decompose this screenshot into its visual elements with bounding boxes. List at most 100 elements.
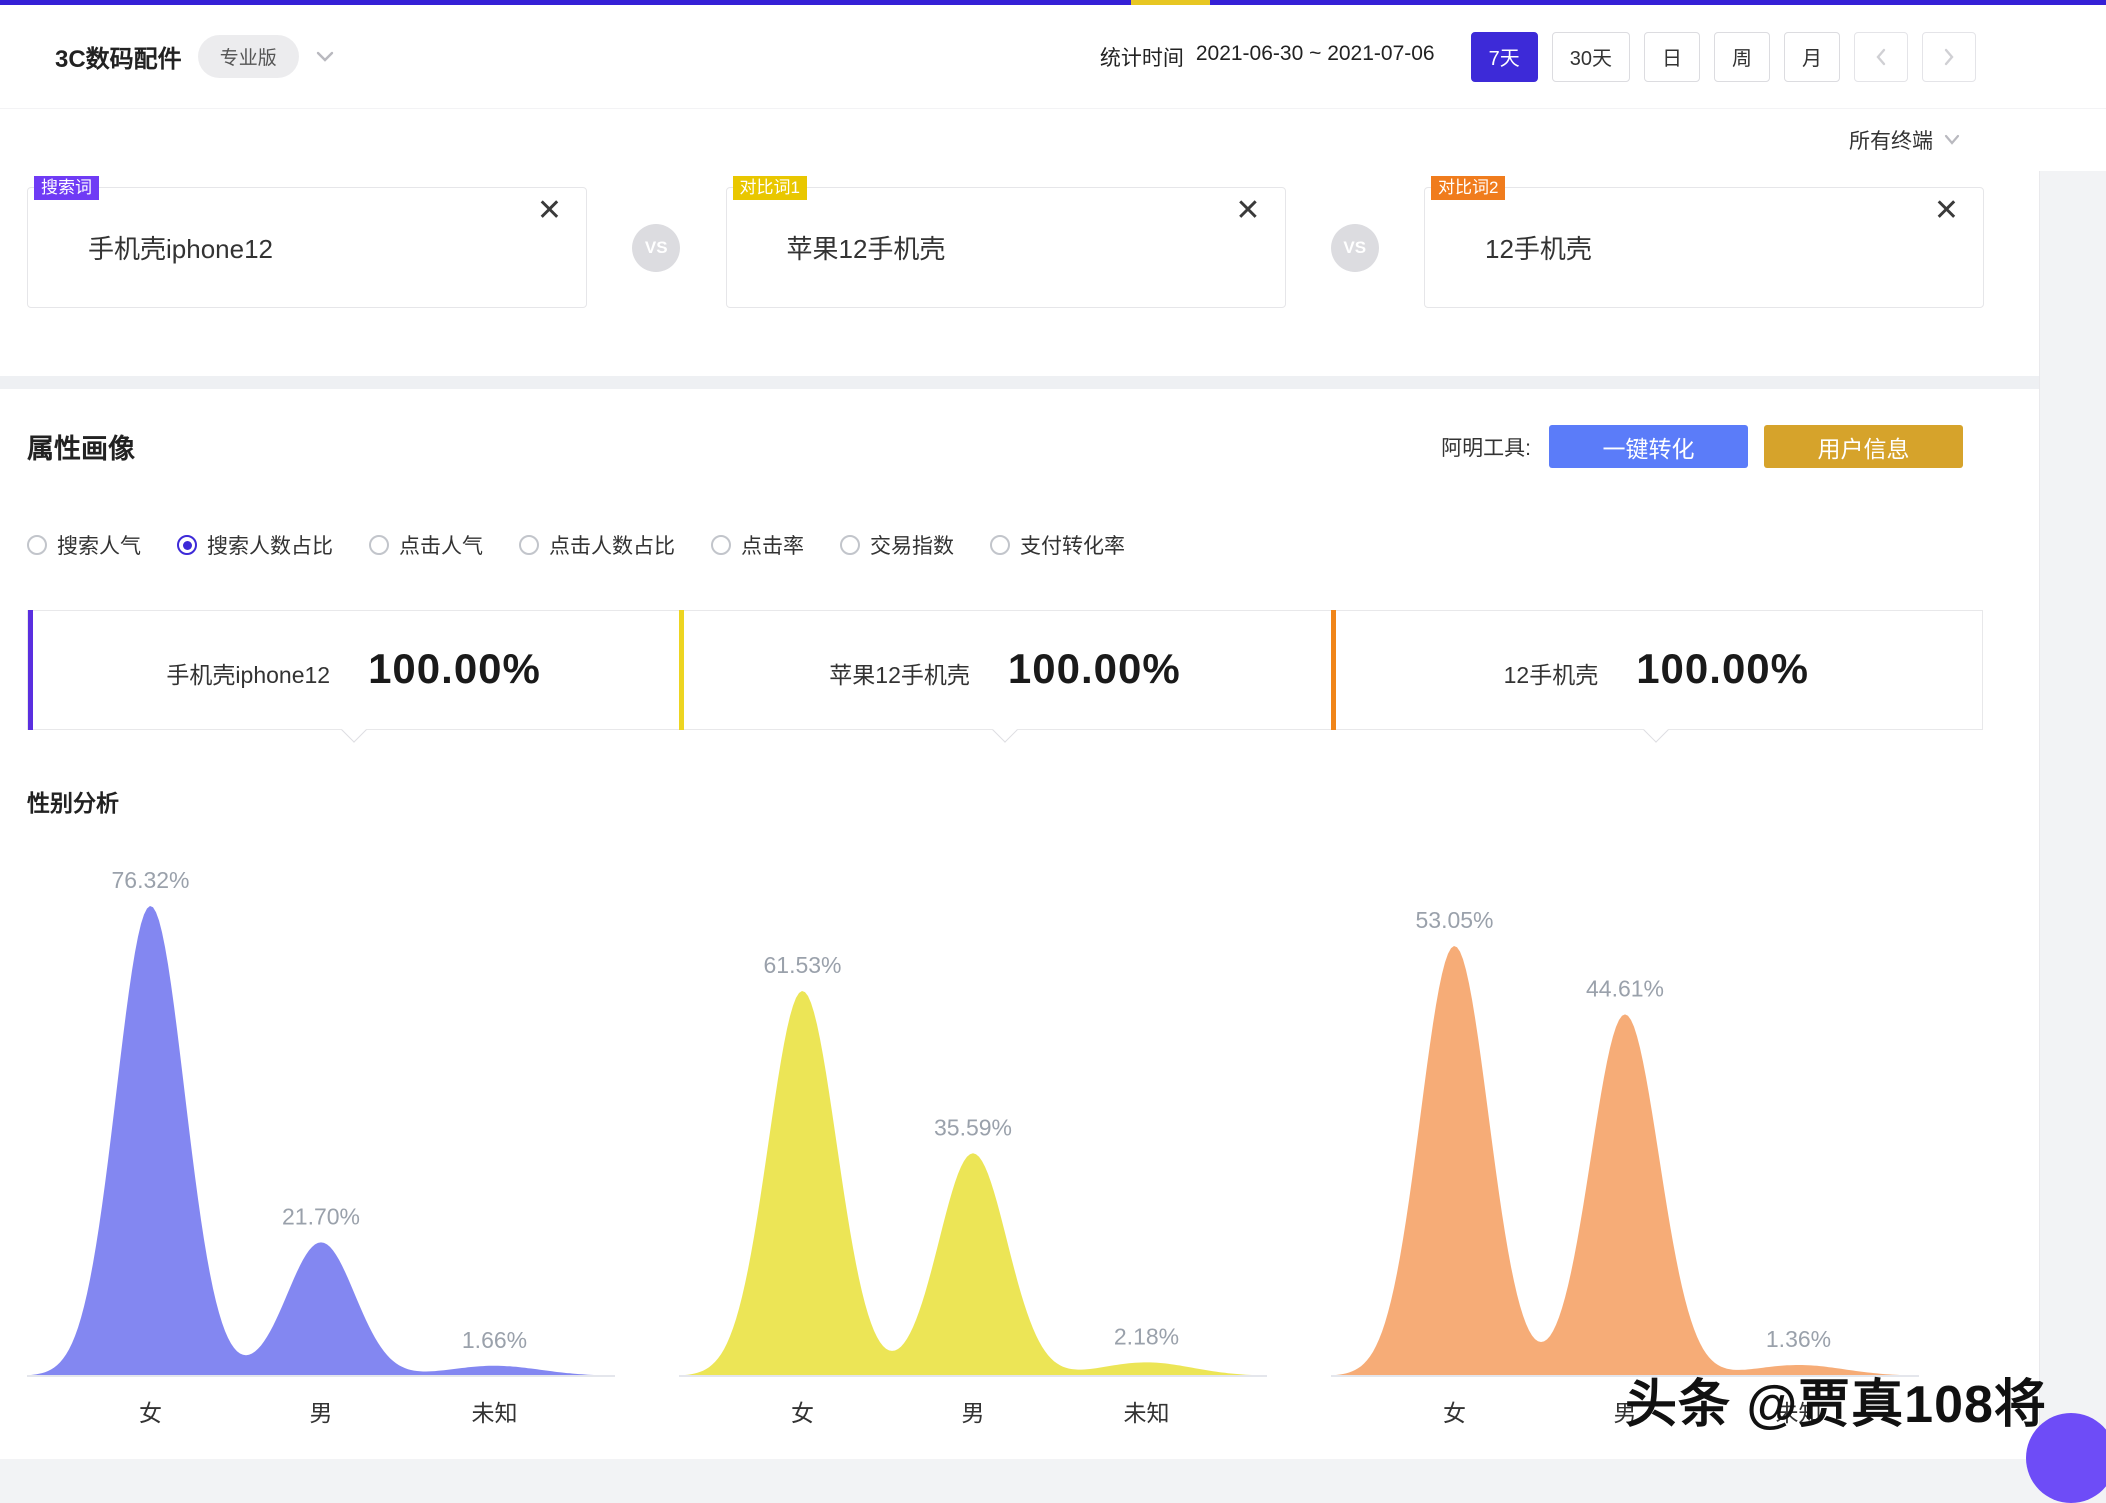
keyword-value[interactable]: 苹果12手机壳 [727,229,946,266]
accent-bar [679,610,684,730]
metric-label: 点击人数占比 [549,530,675,560]
axis-labels: 女 男 未知 [679,1388,1267,1428]
keyword-tag: 搜索词 [34,176,99,200]
metric-radio-transaction-index[interactable]: 交易指数 [840,530,954,560]
close-icon[interactable]: ✕ [1235,196,1260,226]
radio-icon [177,535,197,555]
svg-text:1.36%: 1.36% [1766,1326,1831,1352]
metric-label: 点击率 [741,530,804,560]
axis-label: 男 [962,1394,985,1428]
keyword-tag: 对比词1 [733,176,807,200]
axis-labels: 女男未知 [27,1388,615,1428]
top-progress-bar [0,0,2106,5]
vs-badge: VS [632,224,680,272]
category-title: 3C数码配件 [55,39,182,74]
summary-tab-keyword-2[interactable]: 苹果12手机壳 100.00% [679,611,1330,729]
svg-text:1.66%: 1.66% [462,1327,527,1353]
summary-tab-keyword-3[interactable]: 12手机壳 100.00% [1331,611,1982,729]
page: 3C数码配件 专业版 统计时间 2021-06-30 ~ 2021-07-06 … [0,0,2106,1458]
stat-time-range: 2021-06-30 ~ 2021-07-06 [1196,42,1435,72]
axis-label: 女 [791,1394,814,1428]
floating-action-button[interactable] [2026,1413,2106,1503]
section-divider [0,376,2039,389]
radio-icon [840,535,860,555]
summary-panels: 手机壳iphone12 100.00% 苹果12手机壳 100.00% 12手机… [27,610,1983,730]
panel-notch [992,717,1017,742]
metric-radio-click-popularity[interactable]: 点击人气 [369,530,483,560]
one-click-convert-button[interactable]: 一键转化 [1549,425,1748,468]
section-title-portrait: 属性画像 [27,427,135,466]
vs-wrap: VS [1286,224,1425,272]
keyword-card-search: 搜索词 手机壳iphone12 ✕ [27,187,587,308]
svg-text:35.59%: 35.59% [934,1114,1012,1140]
gender-chart-keyword-3: 53.05%44.61%1.36% 女男未知 [1331,818,1919,1428]
axis-label: 女 [1443,1394,1466,1428]
gender-chart-keyword-2: 61.53% 35.59% 2.18% 女 男 未知 [679,818,1267,1428]
range-button-7d[interactable]: 7天 [1471,32,1538,82]
user-info-button[interactable]: 用户信息 [1764,425,1963,468]
accent-bar [1331,610,1336,730]
tools-group: 阿明工具: 一键转化 用户信息 [1441,425,1963,468]
range-button-month[interactable]: 月 [1784,32,1840,82]
chevron-down-icon[interactable] [1943,134,1961,146]
metric-radio-click-rate[interactable]: 点击率 [711,530,804,560]
keyword-value[interactable]: 手机壳iphone12 [28,229,273,266]
radio-icon [711,535,731,555]
keyword-value[interactable]: 12手机壳 [1425,229,1592,266]
metric-radio-search-user-ratio[interactable]: 搜索人数占比 [177,530,333,560]
keyword-card-compare-2: 对比词2 12手机壳 ✕ [1424,187,1984,308]
svg-text:44.61%: 44.61% [1586,975,1664,1001]
axis-label: 未知 [1123,1394,1169,1428]
radio-icon [27,535,47,555]
metric-radio-payment-conversion[interactable]: 支付转化率 [990,530,1125,560]
accent-bar [28,610,33,730]
next-period-button[interactable] [1922,32,1976,82]
metric-radio-group: 搜索人气 搜索人数占比 点击人气 点击人数占比 点击率 交易指数 支付转化率 [0,530,2039,560]
subheader: 所有终端 [0,109,2106,171]
range-button-week[interactable]: 周 [1714,32,1770,82]
summary-name: 手机壳iphone12 [166,656,330,690]
area-chart: 76.32%21.70%1.66% [27,818,615,1388]
svg-text:2.18%: 2.18% [1114,1323,1179,1349]
axis-label: 未知 [471,1394,517,1428]
main-content: 搜索词 手机壳iphone12 ✕ VS 对比词1 苹果12手机壳 ✕ VS 对… [0,171,2040,1459]
summary-value: 100.00% [1636,645,1809,693]
keyword-comparison-row: 搜索词 手机壳iphone12 ✕ VS 对比词1 苹果12手机壳 ✕ VS 对… [0,171,2039,308]
summary-value: 100.00% [1008,645,1181,693]
area-chart: 53.05%44.61%1.36% [1331,818,1919,1388]
radio-icon [990,535,1010,555]
svg-text:61.53%: 61.53% [763,952,841,978]
version-badge[interactable]: 专业版 [198,35,299,78]
metric-radio-click-user-ratio[interactable]: 点击人数占比 [519,530,675,560]
stat-time: 统计时间 2021-06-30 ~ 2021-07-06 [1100,42,1435,72]
header-right: 统计时间 2021-06-30 ~ 2021-07-06 7天 30天 日 周 … [1100,32,1976,82]
radio-icon [369,535,389,555]
terminal-filter[interactable]: 所有终端 [1849,125,1933,155]
chevron-down-icon[interactable] [315,50,335,64]
tools-label: 阿明工具: [1441,432,1531,462]
range-button-day[interactable]: 日 [1644,32,1700,82]
keyword-card-compare-1: 对比词1 苹果12手机壳 ✕ [726,187,1286,308]
header: 3C数码配件 专业版 统计时间 2021-06-30 ~ 2021-07-06 … [0,5,2106,109]
metric-radio-search-popularity[interactable]: 搜索人气 [27,530,141,560]
summary-value: 100.00% [368,645,541,693]
radio-icon [519,535,539,555]
keyword-tag: 对比词2 [1431,176,1505,200]
close-icon[interactable]: ✕ [1934,196,1959,226]
summary-name: 12手机壳 [1504,656,1599,690]
section-title-gender: 性别分析 [27,790,119,816]
summary-tab-keyword-1[interactable]: 手机壳iphone12 100.00% [28,611,679,729]
header-left: 3C数码配件 专业版 [55,35,335,78]
metric-label: 搜索人数占比 [207,530,333,560]
summary-name: 苹果12手机壳 [829,656,970,690]
gender-section-header: 性别分析 [0,784,2039,818]
prev-period-button[interactable] [1854,32,1908,82]
progress-segment [1131,0,1210,5]
svg-text:76.32%: 76.32% [111,867,189,893]
stat-time-label: 统计时间 [1100,42,1184,72]
area-chart: 61.53% 35.59% 2.18% [679,818,1267,1388]
gender-charts-row: 76.32%21.70%1.66% 女 男 未知 61.53% 35.59% 2.18%… [0,818,2039,1428]
close-icon[interactable]: ✕ [537,196,562,226]
range-button-30d[interactable]: 30天 [1552,32,1630,82]
metric-label: 支付转化率 [1020,530,1125,560]
